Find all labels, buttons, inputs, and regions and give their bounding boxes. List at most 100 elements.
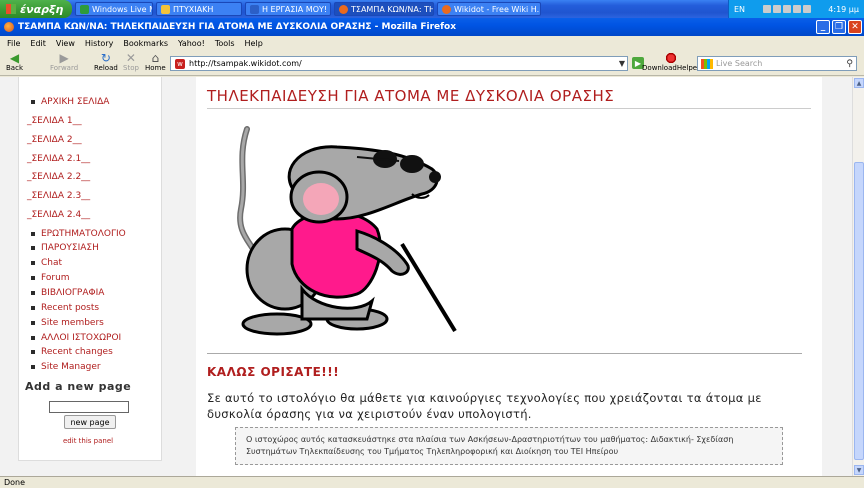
clock[interactable]: 4:19 μμ — [828, 5, 859, 14]
sidebar-item-label: ΒΙΒΛΙΟΓΡΑΦΙΑ — [41, 288, 105, 298]
title-divider — [207, 108, 811, 109]
back-button[interactable]: ◀ Back — [6, 52, 23, 72]
sidebar-item-forum[interactable]: Forum — [31, 273, 70, 283]
sidebar-item-chat[interactable]: Chat — [31, 258, 63, 268]
vertical-scrollbar[interactable]: ▲ ▼ — [852, 77, 864, 476]
menu-file[interactable]: File — [2, 39, 25, 48]
menu-tools[interactable]: Tools — [210, 39, 240, 48]
firefox-icon — [442, 4, 451, 14]
taskbar-item-label: Windows Live Messen... — [92, 4, 152, 14]
forward-arrow-icon: ▶ — [59, 51, 69, 65]
sidebar-item-bibliography[interactable]: ΒΙΒΛΙΟΓΡΑΦΙΑ — [31, 288, 105, 298]
stop-button[interactable]: ✕ Stop — [123, 52, 139, 72]
menu-help[interactable]: Help — [240, 39, 268, 48]
taskbar-item-firefox-wikidot[interactable]: Wikidot - Free Wiki H... — [437, 2, 541, 16]
taskbar-item-word[interactable]: Η ΕΡΓΑΣΙΑ ΜΟΥ! - Mi... — [245, 2, 331, 16]
bullet — [31, 336, 35, 340]
chevron-down-icon[interactable]: ▼ — [619, 59, 625, 68]
volume-icon[interactable] — [772, 5, 781, 13]
search-icon[interactable]: ⚲ — [846, 59, 853, 69]
sidebar-item-home[interactable]: ΑΡΧΙΚΗ ΣΕΛΙΔΑ — [31, 97, 109, 107]
home-button[interactable]: ⌂ Home — [145, 52, 166, 72]
word-icon — [250, 4, 259, 14]
minimize-button[interactable]: _ — [816, 20, 830, 34]
bullet — [31, 321, 35, 325]
sidebar-page-2-4[interactable]: _ΣΕΛΙΔΑ 2.4__ — [27, 210, 90, 220]
scrollbar-thumb[interactable] — [854, 162, 864, 460]
download-helper-button[interactable]: DownloadHelper — [632, 52, 700, 72]
welcome-heading: ΚΑΛΩΣ ΟΡΙΣΑΤΕ!!! — [207, 365, 340, 379]
menu-history[interactable]: History — [80, 39, 118, 48]
taskbar-item-messenger[interactable]: Windows Live Messen... — [75, 2, 153, 16]
sidebar-page-2-1[interactable]: _ΣΕΛΙΔΑ 2.1__ — [27, 154, 90, 164]
download-helper-label: DownloadHelper — [642, 64, 700, 72]
close-button[interactable]: ✕ — [848, 20, 862, 34]
sidebar-item-label: Site members — [41, 318, 104, 328]
new-page-name-input[interactable] — [49, 401, 129, 413]
site-info-note: Ο ιστοχώρος αυτός κατασκευάστηκε στα πλα… — [235, 427, 783, 465]
maximize-button[interactable]: ❐ — [832, 20, 846, 34]
window-title-bar[interactable]: ΤΣΑΜΠΑ ΚΩΝ/ΝΑ: ΤΗΛΕΚΠΑΙΔΕΥΣΗ ΓΙΑ ΑΤΟΜΑ Μ… — [0, 18, 864, 36]
menu-yahoo[interactable]: Yahoo! — [173, 39, 210, 48]
menu-edit[interactable]: Edit — [25, 39, 51, 48]
firefox-icon — [4, 22, 14, 32]
search-placeholder: Live Search — [716, 59, 763, 68]
sidebar-page-1[interactable]: _ΣΕΛΙΔΑ 1__ — [27, 116, 82, 126]
bullet — [31, 306, 35, 310]
scroll-down-arrow-icon[interactable]: ▼ — [854, 465, 864, 475]
tray-icons — [762, 5, 811, 13]
start-button[interactable]: έναρξη — [0, 0, 72, 18]
taskbar-item-firefox-current[interactable]: ΤΣΑΜΠΑ ΚΩΝ/ΝΑ: ΤΗ... — [334, 2, 434, 16]
sidebar-item-label: ΕΡΩΤΗΜΑΤΟΛΟΓΙΟ — [41, 229, 126, 239]
sidebar-page-2-2[interactable]: _ΣΕΛΙΔΑ 2.2__ — [27, 172, 90, 182]
menu-view[interactable]: View — [51, 39, 80, 48]
status-text: Done — [4, 478, 26, 487]
address-bar[interactable]: w http://tsampak.wikidot.com/ ▼ — [170, 56, 628, 71]
windows-logo-icon — [6, 4, 16, 14]
sidebar-item-recent-changes[interactable]: Recent changes — [31, 347, 113, 357]
bullet — [31, 232, 35, 236]
sidebar-item-recent-posts[interactable]: Recent posts — [31, 303, 99, 313]
folder-icon — [161, 4, 170, 14]
sidebar-item-questionnaire[interactable]: ΕΡΩΤΗΜΑΤΟΛΟΓΙΟ — [31, 229, 126, 239]
new-page-button[interactable]: new page — [64, 415, 116, 429]
messenger-icon — [80, 4, 89, 14]
reload-button[interactable]: ↻ Reload — [94, 52, 118, 72]
bullet — [31, 261, 35, 265]
reload-label: Reload — [94, 64, 118, 72]
sidebar-page-2-3[interactable]: _ΣΕΛΙΔΑ 2.3__ — [27, 191, 90, 201]
intro-paragraph: Σε αυτό το ιστολόγιο θα μάθετε για καινο… — [207, 391, 762, 421]
sidebar-item-label: Forum — [41, 273, 70, 283]
sidebar-item-presentation[interactable]: ΠΑΡΟΥΣΙΑΣΗ — [31, 243, 99, 253]
side-bar: ΑΡΧΙΚΗ ΣΕΛΙΔΑ _ΣΕΛΙΔΑ 1__ _ΣΕΛΙΔΑ 2__ _Σ… — [18, 77, 162, 461]
home-label: Home — [145, 64, 166, 72]
taskbar-item-label: ΠΤΥΧΙΑΚΗ — [173, 4, 214, 14]
stop-label: Stop — [123, 64, 139, 72]
start-label: έναρξη — [20, 2, 64, 16]
security-icon[interactable] — [782, 5, 791, 13]
status-bar: Done — [0, 476, 864, 488]
edit-panel-link[interactable]: edit this panel — [63, 437, 113, 445]
update-icon[interactable] — [802, 5, 811, 13]
back-arrow-icon: ◀ — [9, 51, 20, 65]
stop-icon: ✕ — [125, 51, 136, 65]
taskbar-item-label: ΤΣΑΜΠΑ ΚΩΝ/ΝΑ: ΤΗ... — [351, 4, 434, 14]
sidebar-item-other-sites[interactable]: ΑΛΛΟΙ ΙΣΤΟΧΩΡΟΙ — [31, 333, 121, 343]
navigation-toolbar: ◀ Back ▶ Forward ↻ Reload ✕ Stop ⌂ Home … — [0, 50, 864, 76]
messenger-tray-icon[interactable] — [792, 5, 801, 13]
scroll-up-arrow-icon[interactable]: ▲ — [854, 78, 864, 88]
search-input[interactable]: Live Search ⚲ — [697, 56, 857, 71]
network-icon[interactable] — [762, 5, 771, 13]
blind-mouse-illustration — [207, 119, 486, 339]
sidebar-page-2[interactable]: _ΣΕΛΙΔΑ 2__ — [27, 135, 82, 145]
address-url: http://tsampak.wikidot.com/ — [189, 59, 302, 68]
sidebar-item-site-manager[interactable]: Site Manager — [31, 362, 101, 372]
taskbar-item-folder[interactable]: ΠΤΥΧΙΑΚΗ — [156, 2, 242, 16]
menu-bookmarks[interactable]: Bookmarks — [118, 39, 173, 48]
sidebar-item-label: Chat — [41, 258, 63, 268]
download-helper-icon — [664, 52, 678, 64]
sidebar-item-site-members[interactable]: Site members — [31, 318, 104, 328]
language-indicator[interactable]: EN — [734, 5, 745, 14]
search-engine-icon[interactable] — [701, 58, 713, 69]
forward-button[interactable]: ▶ Forward — [50, 52, 78, 72]
